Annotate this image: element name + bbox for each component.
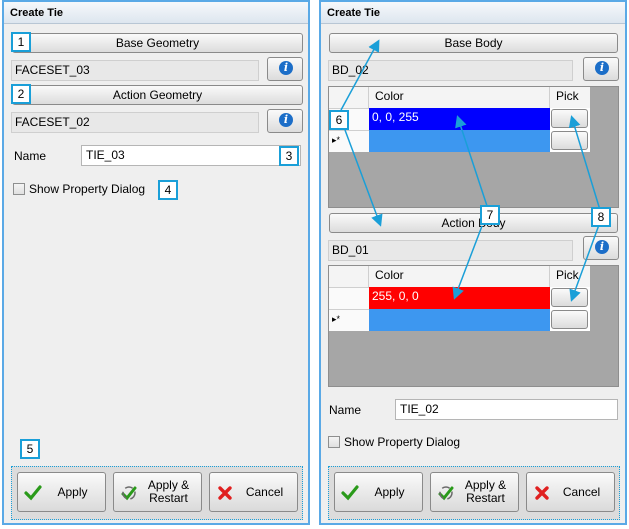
info-icon: i [279,113,293,127]
show-property-label: Show Property Dialog [29,182,146,196]
callout-2: 2 [11,84,31,104]
cancel-button[interactable]: Cancel [526,472,615,512]
name-label: Name [14,149,47,163]
action-body-button[interactable]: Action Body [329,213,618,233]
callout-7: 7 [480,205,500,225]
cancel-label: Cancel [245,484,284,499]
action-body-info-button[interactable]: i [583,236,619,260]
pick-button[interactable] [551,288,588,307]
name-input[interactable]: TIE_03 [81,145,301,166]
callout-5: 5 [20,439,40,459]
callout-1: 1 [11,32,31,52]
grid-color-cell[interactable]: 0, 0, 255 [369,108,550,130]
grid-pick-cell [550,287,590,309]
apply-button[interactable]: Apply [334,472,423,512]
action-geometry-field: FACESET_02 [11,112,259,133]
pick-button-new[interactable] [551,310,588,329]
callout-8: 8 [591,207,611,227]
base-color-grid: Color Pick 0, 0, 255 ▸* [328,86,619,208]
grid-new-color-cell[interactable] [369,130,550,152]
refresh-check-icon [438,486,454,501]
grid-new-pick-cell [550,130,590,152]
right-footer: Apply Apply & Restart Cancel [328,466,620,520]
grid-row-header [329,287,369,309]
grid-color-cell[interactable]: 255, 0, 0 [369,287,550,309]
info-icon: i [595,61,609,75]
grid-new-pick-cell [550,309,590,331]
grid-header-pick: Pick [550,266,590,287]
grid-new-row-marker: ▸* [329,130,369,152]
action-color-grid: Color Pick 255, 0, 0 ▸* [328,265,619,387]
grid-new-color-cell[interactable] [369,309,550,331]
apply-label: Apply [374,484,405,499]
pick-button[interactable] [551,109,588,128]
callout-4: 4 [158,180,178,200]
grid-header-color: Color [369,266,550,287]
base-geometry-button[interactable]: Base Geometry [12,33,303,53]
refresh-check-icon [121,486,137,501]
cancel-label: Cancel [562,484,601,499]
action-body-field: BD_01 [328,240,573,261]
base-info-button[interactable]: i [267,57,303,81]
apply-label: Apply [57,484,88,499]
callout-3: 3 [279,146,299,166]
base-body-button[interactable]: Base Body [329,33,618,53]
info-icon: i [595,240,609,254]
apply-restart-button[interactable]: Apply & Restart [113,472,202,512]
apply-restart-label: Apply & Restart [147,478,190,505]
grid-new-row-marker: ▸* [329,309,369,331]
checkmark-icon [341,485,359,501]
cancel-button[interactable]: Cancel [209,472,298,512]
info-icon: i [279,61,293,75]
grid-corner [329,87,369,108]
show-property-checkbox[interactable] [328,436,340,448]
name-label: Name [329,403,362,417]
name-input[interactable]: TIE_02 [395,399,618,420]
left-footer: Apply Apply & Restart Cancel [11,466,303,520]
right-panel-title: Create Tie [321,2,625,24]
apply-restart-button[interactable]: Apply & Restart [430,472,519,512]
grid-header-pick: Pick [550,87,590,108]
left-panel: Create Tie Base Geometry FACESET_03 i Ac… [2,0,310,525]
close-icon [535,486,549,500]
left-panel-title: Create Tie [4,2,308,24]
apply-button[interactable]: Apply [17,472,106,512]
grid-corner [329,266,369,287]
close-icon [218,486,232,500]
pick-button-new[interactable] [551,131,588,150]
base-geometry-field: FACESET_03 [11,60,259,81]
right-panel: Create Tie Base Body BD_02 i Color Pick … [319,0,627,525]
base-body-field: BD_02 [328,60,573,81]
base-body-info-button[interactable]: i [583,57,619,81]
show-property-label: Show Property Dialog [344,435,461,449]
action-info-button[interactable]: i [267,109,303,133]
grid-header-color: Color [369,87,550,108]
show-property-checkbox[interactable] [13,183,25,195]
apply-restart-label: Apply & Restart [464,478,507,505]
callout-6: 6 [329,110,349,130]
action-geometry-button[interactable]: Action Geometry [12,85,303,105]
grid-pick-cell [550,108,590,130]
checkmark-icon [24,485,42,501]
